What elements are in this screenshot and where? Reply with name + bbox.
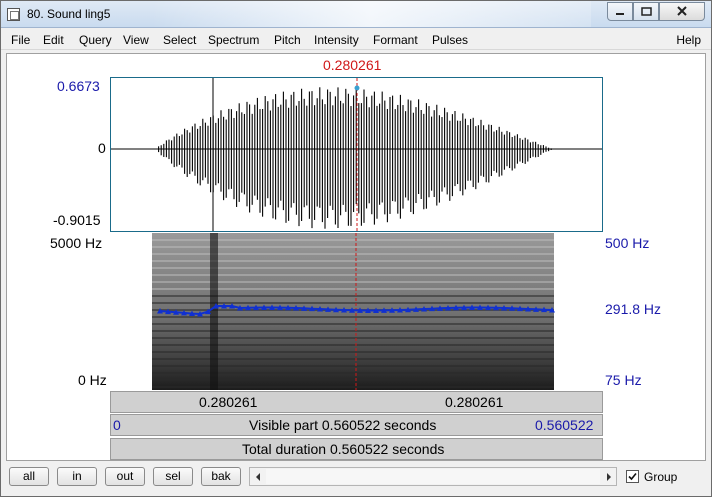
onset-band [210,233,218,390]
zoom-back-button[interactable]: bak [201,467,241,486]
spectrogram-min-freq-label: 0 Hz [78,372,107,388]
scroll-left-button[interactable] [250,468,265,485]
waveform-min-label: -0.9015 [53,212,101,228]
maximize-icon [640,7,652,16]
menu-pitch[interactable]: Pitch [274,33,301,47]
selection-segment-row[interactable]: 0.280261 0.280261 [110,391,603,413]
menu-help[interactable]: Help [676,33,701,47]
time-scrollbar[interactable] [249,467,617,486]
menu-pulses[interactable]: Pulses [432,33,468,47]
segment-left-label: 0.280261 [199,394,258,410]
maximize-button[interactable] [633,2,659,21]
visible-part-label: Visible part 0.560522 seconds [249,417,437,433]
total-duration-row[interactable]: Total duration 0.560522 seconds [110,438,603,460]
waveform-zero-label: 0 [98,140,106,156]
waveform-max-label: 0.6673 [57,78,100,94]
segment-right-label: 0.280261 [445,394,504,410]
group-label: Group [644,470,678,484]
zoom-in-button[interactable]: in [57,467,97,486]
group-checkbox[interactable] [626,470,639,483]
minimize-button[interactable] [607,2,633,21]
pitch-bottom-label: 75 Hz [605,372,642,388]
visible-part-row[interactable]: 0 Visible part 0.560522 seconds 0.560522 [110,414,603,436]
spectrogram-plot [152,233,555,390]
menu-edit[interactable]: Edit [43,33,64,47]
total-duration-label: Total duration 0.560522 seconds [242,441,445,457]
scroll-thumb[interactable] [266,469,600,484]
waveform-pane[interactable] [110,77,603,232]
menu-select[interactable]: Select [163,33,196,47]
scroll-right-button[interactable] [601,468,616,485]
minimize-icon [616,12,624,15]
pitch-top-label: 500 Hz [605,235,650,251]
bottom-toolbar: all in out sel bak Group [1,464,711,496]
title-bar[interactable]: 80. Sound ling5 [1,1,711,28]
waveform-plot [111,78,602,231]
menu-query[interactable]: Query [79,33,112,47]
window-title: 80. Sound ling5 [27,7,111,21]
menu-formant[interactable]: Formant [373,33,418,47]
pitch-value-label: 291.8 Hz [605,301,662,317]
checkmark-icon [628,472,637,481]
spectrogram-max-freq-label: 5000 Hz [50,235,103,251]
cursor-time-label: 0.280261 [323,57,382,73]
visible-start-label: 0 [113,417,121,433]
zoom-out-button[interactable]: out [105,467,145,486]
arrow-left-icon [255,472,260,481]
zoom-selection-button[interactable]: sel [153,467,193,486]
app-icon [7,8,20,21]
menu-intensity[interactable]: Intensity [314,33,359,47]
waveform-trace [158,87,552,229]
arrow-right-icon [606,472,611,481]
menu-file[interactable]: File [11,33,30,47]
spectrogram-pane[interactable] [110,233,603,390]
praat-sound-window: 80. Sound ling5 File Edit Query View Sel… [0,0,712,497]
menu-view[interactable]: View [123,33,149,47]
visible-end-label: 0.560522 [535,417,594,433]
cursor-handle[interactable] [354,85,360,91]
close-button[interactable] [659,2,705,21]
menu-spectrum[interactable]: Spectrum [208,33,259,47]
zoom-all-button[interactable]: all [9,467,49,486]
menu-bar: File Edit Query View Select Spectrum Pit… [1,29,711,50]
close-icon [677,6,687,16]
title-bar-glare [151,1,591,27]
